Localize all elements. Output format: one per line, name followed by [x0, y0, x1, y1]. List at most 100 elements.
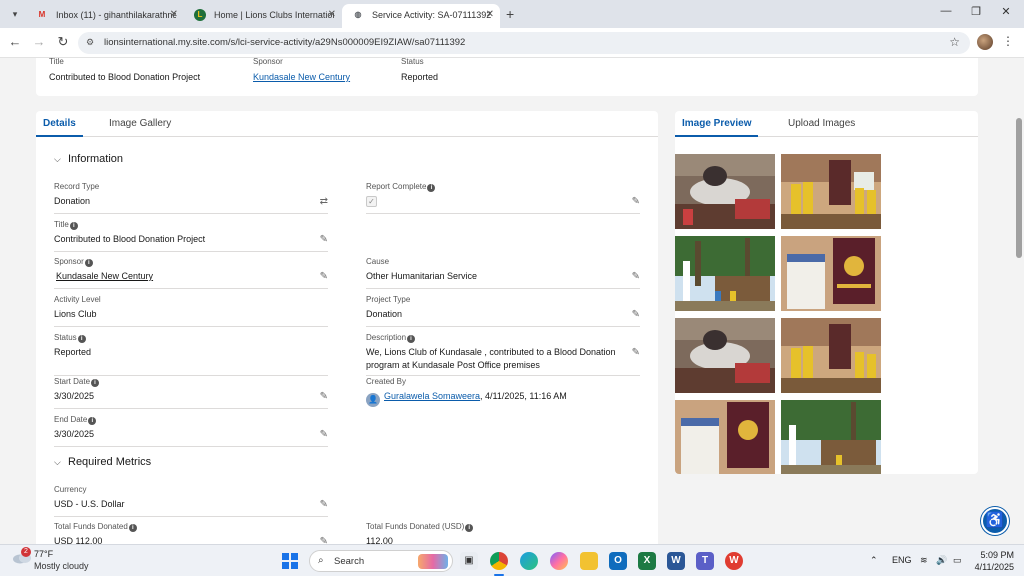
- info-icon[interactable]: i: [88, 417, 97, 425]
- preview-image-group-photo[interactable]: [781, 154, 881, 229]
- header-status-value: Reported: [401, 72, 439, 82]
- browser-tab-lions-home[interactable]: L Home | Lions Clubs Internation ✕: [184, 4, 342, 28]
- field-label: Cause: [366, 257, 390, 266]
- new-tab-icon[interactable]: +: [506, 6, 514, 22]
- word-icon[interactable]: W: [667, 552, 685, 570]
- close-window-icon[interactable]: ✕: [996, 5, 1016, 18]
- taskbar-search-box[interactable]: ⌕ Search: [309, 550, 453, 572]
- tab-details[interactable]: Details: [36, 111, 83, 137]
- field-end-date: End Date i 3/30/2025 ✎: [54, 415, 328, 447]
- info-icon[interactable]: i: [465, 524, 474, 532]
- field-label: Report Complete: [366, 182, 427, 191]
- report-complete-checkbox[interactable]: ✓: [366, 196, 377, 207]
- windows-start-icon[interactable]: [282, 553, 298, 569]
- page-scrollbar[interactable]: [1014, 58, 1024, 544]
- info-icon[interactable]: i: [77, 335, 86, 343]
- field-label-row: Total Funds Donated (USD) i: [366, 522, 640, 532]
- preview-image-outdoor-2[interactable]: [781, 400, 881, 474]
- edit-pencil-icon[interactable]: ✎: [632, 196, 640, 207]
- preview-image-lions-banner[interactable]: [781, 236, 881, 311]
- preview-image-outdoor-banner[interactable]: [675, 236, 775, 311]
- info-icon[interactable]: i: [427, 184, 436, 192]
- excel-icon[interactable]: X: [638, 552, 656, 570]
- preview-image-lions-banner-2[interactable]: [675, 400, 775, 474]
- tab-image-preview[interactable]: Image Preview: [675, 111, 759, 137]
- profile-avatar[interactable]: [977, 34, 993, 50]
- edit-pencil-icon[interactable]: ✎: [632, 347, 640, 358]
- header-sponsor-link[interactable]: Kundasale New Century: [253, 72, 350, 82]
- edit-pencil-icon[interactable]: ✎: [632, 271, 640, 282]
- tab-title: Home | Lions Clubs Internation: [214, 10, 334, 20]
- file-explorer-icon[interactable]: [580, 552, 598, 570]
- edge-icon[interactable]: [520, 552, 538, 570]
- outlook-icon[interactable]: O: [609, 552, 627, 570]
- field-label: Record Type: [54, 182, 100, 191]
- browser-tab-strip: ▾ M Inbox (11) - gihanthilakarathne ✕ L …: [0, 0, 1024, 28]
- field-label-row: Title i: [54, 220, 328, 230]
- restore-icon[interactable]: ❐: [966, 5, 986, 18]
- detail-tabs: Details Image Gallery: [36, 111, 658, 137]
- wifi-icon[interactable]: ≋: [920, 555, 928, 566]
- info-icon[interactable]: i: [407, 335, 416, 343]
- info-icon[interactable]: i: [91, 379, 100, 387]
- browser-tab-gmail[interactable]: M Inbox (11) - gihanthilakarathne ✕: [26, 4, 184, 28]
- forward-icon[interactable]: →: [30, 34, 48, 50]
- input-language[interactable]: ENG: [892, 555, 912, 565]
- field-label: Total Funds Donated (USD): [366, 522, 465, 531]
- minimize-icon[interactable]: —: [936, 5, 956, 17]
- info-icon[interactable]: i: [69, 222, 78, 230]
- address-bar[interactable]: ⚙ lionsinternational.my.site.com/s/lci-s…: [78, 32, 970, 54]
- clock-date[interactable]: 4/11/2025: [962, 562, 1014, 572]
- edit-pencil-icon[interactable]: ✎: [320, 429, 328, 440]
- field-value: 3/30/2025: [54, 391, 95, 401]
- close-tab-icon[interactable]: ✕: [486, 4, 494, 26]
- site-info-icon[interactable]: ⚙: [86, 37, 94, 48]
- preview-image-blood-donation-2[interactable]: [675, 318, 775, 393]
- notification-count-badge: 2: [21, 547, 31, 557]
- teams-icon[interactable]: T: [696, 552, 714, 570]
- weather-description[interactable]: Mostly cloudy: [34, 561, 89, 571]
- edit-pencil-icon[interactable]: ✎: [632, 309, 640, 320]
- info-icon[interactable]: i: [128, 524, 137, 532]
- copilot-icon[interactable]: [550, 552, 568, 570]
- show-hidden-icons-chevron-icon[interactable]: ⌃: [870, 555, 878, 566]
- edit-pencil-icon[interactable]: ✎: [320, 499, 328, 510]
- battery-icon[interactable]: ▭: [953, 555, 962, 566]
- browser-menu-icon[interactable]: ⋮: [1002, 34, 1014, 48]
- field-label-row: Sponsor i: [54, 257, 328, 267]
- volume-icon[interactable]: 🔊: [936, 555, 947, 566]
- created-by-user-link[interactable]: Guralawela Somaweera: [384, 391, 480, 401]
- header-status-label: Status: [401, 58, 424, 66]
- sponsor-link[interactable]: Kundasale New Century: [56, 270, 328, 283]
- bookmark-star-icon[interactable]: ☆: [949, 35, 960, 49]
- field-total-funds-usd: Total Funds Donated (USD) i 112.00: [366, 522, 640, 544]
- edit-pencil-icon[interactable]: ✎: [320, 391, 328, 402]
- header-sponsor-field: Sponsor Kundasale New Century: [253, 58, 350, 82]
- preview-image-blood-donation[interactable]: [675, 154, 775, 229]
- info-icon[interactable]: i: [84, 259, 93, 267]
- close-tab-icon[interactable]: ✕: [170, 4, 178, 26]
- tab-search-icon[interactable]: ▾: [6, 6, 24, 22]
- field-label-row: Report Complete i: [366, 182, 640, 192]
- wps-office-icon[interactable]: W: [725, 552, 743, 570]
- field-value: USD - U.S. Dollar: [54, 499, 125, 509]
- tab-upload-images[interactable]: Upload Images: [781, 111, 862, 137]
- close-tab-icon[interactable]: ✕: [328, 4, 336, 26]
- task-view-icon[interactable]: ▣: [460, 552, 478, 570]
- accessibility-icon[interactable]: ♿: [981, 507, 1009, 535]
- clock-time[interactable]: 5:09 PM: [980, 550, 1014, 560]
- preview-image-group-photo-2[interactable]: [781, 318, 881, 393]
- reload-icon[interactable]: ↻: [54, 34, 72, 50]
- weather-temperature[interactable]: 77°F: [34, 549, 53, 559]
- chrome-icon[interactable]: [490, 552, 508, 570]
- change-record-type-icon[interactable]: ⇄: [320, 196, 328, 207]
- edit-pencil-icon[interactable]: ✎: [320, 234, 328, 245]
- back-icon[interactable]: ←: [6, 34, 24, 50]
- scrollbar-thumb[interactable]: [1016, 118, 1022, 258]
- section-required-metrics-header[interactable]: ⌵ Required Metrics: [54, 456, 151, 468]
- edit-pencil-icon[interactable]: ✎: [320, 271, 328, 282]
- edit-pencil-icon[interactable]: ✎: [320, 536, 328, 544]
- browser-tab-service-activity[interactable]: ◍ Service Activity: SA-07111392 ✕: [342, 4, 500, 28]
- section-information-header[interactable]: ⌵ Information: [54, 153, 123, 165]
- tab-image-gallery[interactable]: Image Gallery: [102, 111, 178, 137]
